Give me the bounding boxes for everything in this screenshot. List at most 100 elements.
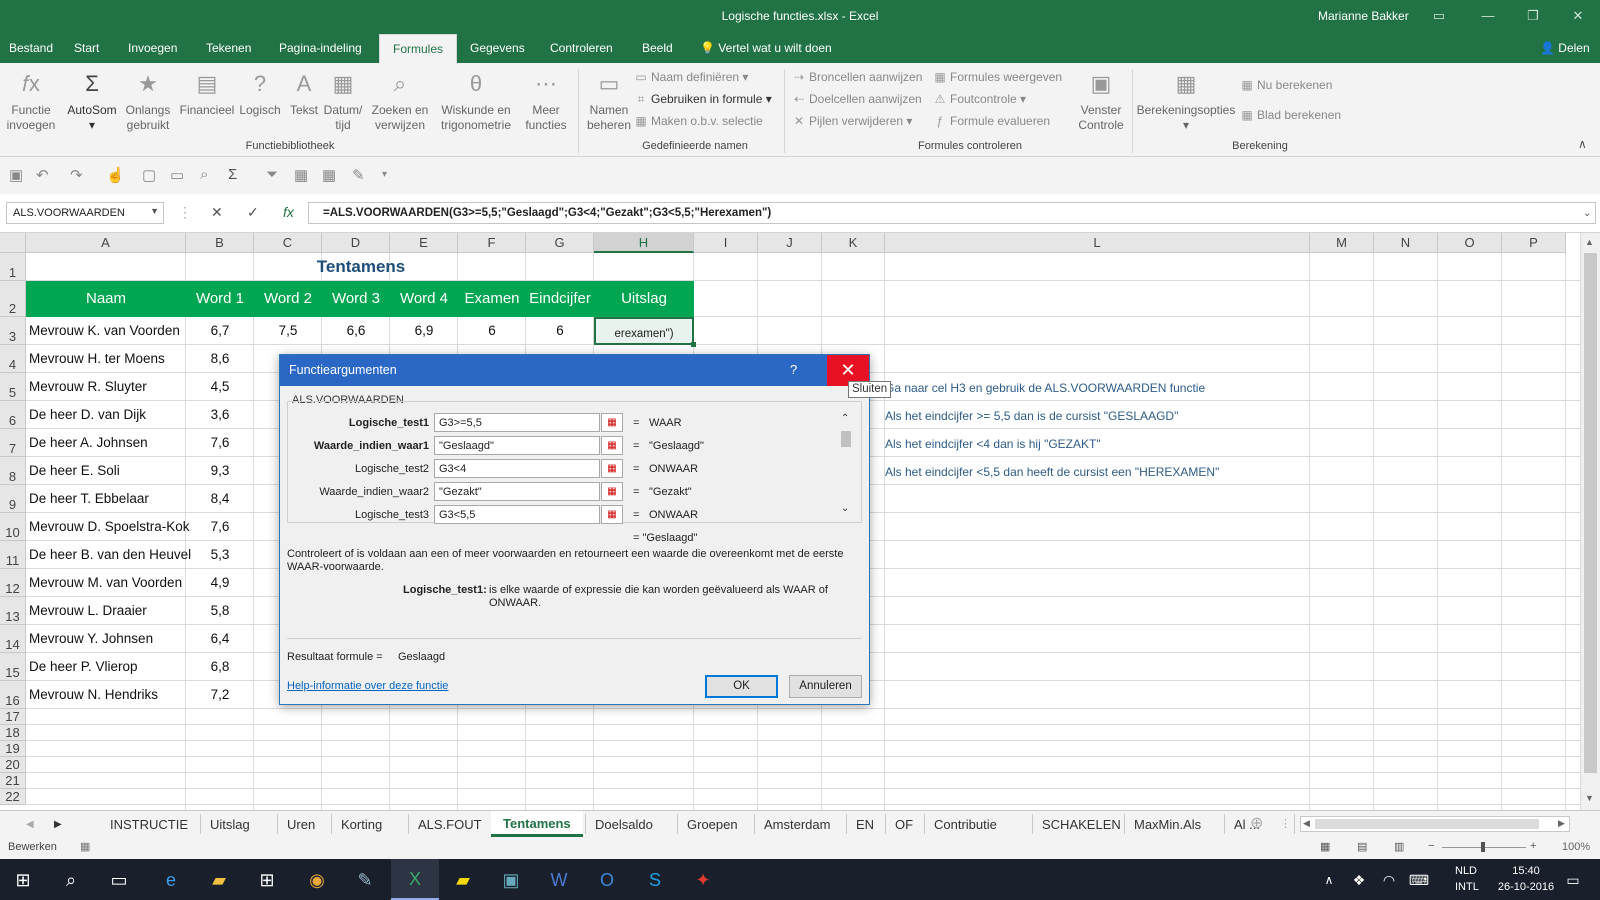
active-cell-h3[interactable]: erexamen") bbox=[594, 317, 694, 345]
cell-word1[interactable]: 5,8 bbox=[186, 603, 254, 618]
cell-name[interactable]: De heer B. van den Heuvel bbox=[29, 547, 191, 562]
clock[interactable]: 15:40 26-10-2016 bbox=[1497, 863, 1555, 895]
row-header-13[interactable]: 13 bbox=[0, 597, 26, 625]
row-header-21[interactable]: 21 bbox=[0, 773, 26, 789]
notifications-icon[interactable]: ▭ bbox=[1560, 867, 1586, 893]
arg-input-logische-test1[interactable]: G3>=5,5 bbox=[434, 413, 600, 432]
collapse-dialog-icon[interactable]: ▦ bbox=[601, 413, 623, 432]
help-link[interactable]: Help-informatie over deze functie bbox=[287, 680, 448, 692]
autosum-qat-icon[interactable]: Σ bbox=[228, 166, 237, 183]
table-icon[interactable]: ▦ bbox=[322, 166, 336, 184]
row-header-4[interactable]: 4 bbox=[0, 345, 26, 373]
cell-word1[interactable]: 4,9 bbox=[186, 575, 254, 590]
cell-name[interactable]: Mevrouw N. Hendriks bbox=[29, 687, 158, 702]
zoom-slider-thumb[interactable] bbox=[1481, 842, 1485, 852]
sheet-tab[interactable]: Uren bbox=[287, 817, 315, 832]
gebruiken-in-formule-button[interactable]: ⌗ Gebruiken in formule ▾ bbox=[634, 92, 772, 107]
column-header-e[interactable]: E bbox=[390, 233, 458, 253]
wifi-icon[interactable]: ◠ bbox=[1376, 867, 1402, 893]
edge-icon[interactable]: e bbox=[158, 867, 184, 893]
row-header-22[interactable]: 22 bbox=[0, 789, 26, 805]
zoom-level[interactable]: 100% bbox=[1562, 841, 1590, 853]
cell-name[interactable]: Mevrouw H. ter Moens bbox=[29, 351, 165, 366]
tab-pagina-indeling[interactable]: Pagina-indeling bbox=[279, 41, 362, 55]
row-header-7[interactable]: 7 bbox=[0, 429, 26, 457]
scroll-thumb[interactable] bbox=[1584, 253, 1597, 773]
arguments-scrollbar[interactable]: ⌃ ⌄ bbox=[838, 413, 854, 519]
scroll-down-icon[interactable]: ▼ bbox=[1585, 793, 1594, 803]
cell-name[interactable]: Mevrouw D. Spoelstra-Kok bbox=[29, 519, 190, 534]
pdf-reader-icon[interactable]: ✦ bbox=[690, 867, 716, 893]
column-header-a[interactable]: A bbox=[26, 233, 186, 253]
column-header-c[interactable]: C bbox=[254, 233, 322, 253]
scroll-thumb[interactable] bbox=[841, 431, 851, 447]
cancel-entry-icon[interactable]: ✕ bbox=[211, 204, 223, 221]
row-header-8[interactable]: 8 bbox=[0, 457, 26, 485]
store-icon[interactable]: ⊞ bbox=[254, 867, 280, 893]
autosom-button[interactable]: Σ AutoSom ▾ bbox=[64, 69, 120, 133]
scroll-tabs-right-icon[interactable]: ▶ bbox=[54, 819, 62, 830]
keyboard-icon[interactable]: ⌨ bbox=[1406, 867, 1432, 893]
cell-name[interactable]: Mevrouw Y. Johnsen bbox=[29, 631, 153, 646]
cell-f3[interactable]: 6 bbox=[458, 323, 526, 338]
blad-berekenen-button[interactable]: ▦ Blad berekenen bbox=[1240, 108, 1341, 122]
collapse-dialog-icon[interactable]: ▦ bbox=[601, 436, 623, 455]
row-header-19[interactable]: 19 bbox=[0, 741, 26, 757]
row-header-1[interactable]: 1 bbox=[0, 253, 26, 281]
cell-name[interactable]: De heer D. van Dijk bbox=[29, 407, 146, 422]
header-uitslag[interactable]: Uitslag bbox=[594, 281, 694, 317]
sheet-title-cell[interactable]: Tentamens bbox=[26, 254, 696, 281]
broncellen-button[interactable]: ⇢ Broncellen aanwijzen bbox=[792, 70, 922, 84]
column-header-b[interactable]: B bbox=[186, 233, 254, 253]
column-header-n[interactable]: N bbox=[1374, 233, 1438, 253]
help-icon[interactable]: ? bbox=[790, 362, 797, 377]
insert-function-icon[interactable]: fx bbox=[283, 204, 294, 220]
close-window-button[interactable]: ✕ bbox=[1564, 5, 1592, 27]
arg-input-waarde-waar1[interactable]: "Geslaagd" bbox=[434, 436, 600, 455]
zoom-in-icon[interactable]: + bbox=[1530, 840, 1536, 852]
instruction-note[interactable]: Als het eindcijfer <4 dan is hij "GEZAKT… bbox=[885, 437, 1101, 451]
header-naam[interactable]: Naam bbox=[26, 281, 186, 317]
nu-berekenen-button[interactable]: ▦ Nu berekenen bbox=[1240, 78, 1332, 92]
row-header-14[interactable]: 14 bbox=[0, 625, 26, 653]
normal-view-icon[interactable]: ▦ bbox=[1320, 840, 1330, 853]
sheet-tab[interactable]: Amsterdam bbox=[764, 817, 830, 832]
header-word4[interactable]: Word 4 bbox=[390, 281, 458, 317]
tell-me-search[interactable]: 💡 Vertel wat u wilt doen bbox=[700, 41, 832, 55]
row-header-15[interactable]: 15 bbox=[0, 653, 26, 681]
cell-name[interactable]: De heer A. Johnsen bbox=[29, 435, 148, 450]
fill-handle[interactable] bbox=[691, 342, 696, 347]
row-header-5[interactable]: 5 bbox=[0, 373, 26, 401]
dropbox-icon[interactable]: ❖ bbox=[1346, 867, 1372, 893]
word-icon[interactable]: W bbox=[546, 867, 572, 893]
cell-word1[interactable]: 7,6 bbox=[186, 435, 254, 450]
formule-evalueren-button[interactable]: ƒ Formule evalueren bbox=[933, 114, 1050, 128]
meer-functies-button[interactable]: ⋯ Meer functies bbox=[520, 69, 572, 133]
row-header-9[interactable]: 9 bbox=[0, 485, 26, 513]
zoom-out-icon[interactable]: − bbox=[1428, 840, 1434, 852]
sort-icon[interactable]: ▦ bbox=[294, 166, 308, 184]
scroll-up-icon[interactable]: ▲ bbox=[1585, 237, 1594, 247]
formules-weergeven-button[interactable]: ▦ Formules weergeven bbox=[933, 70, 1062, 84]
chevron-up-icon[interactable]: ⌃ bbox=[841, 413, 849, 424]
sheet-tab[interactable]: Contributie bbox=[934, 817, 997, 832]
print-preview-icon[interactable]: ⌕ bbox=[200, 166, 208, 183]
filter-icon[interactable]: ⏷ bbox=[266, 166, 278, 183]
horizontal-scrollbar[interactable]: ◀ ▶ bbox=[1300, 816, 1570, 832]
financieel-button[interactable]: ▤ Financieel bbox=[178, 69, 236, 118]
row-header-6[interactable]: 6 bbox=[0, 401, 26, 429]
naam-definieren-button[interactable]: ▭ Naam definiëren ▾ bbox=[634, 70, 748, 84]
sheet-tab[interactable]: OF bbox=[895, 817, 913, 832]
scroll-tabs-left-icon[interactable]: ◀ bbox=[26, 819, 34, 830]
language-indicator[interactable]: NLD INTL bbox=[1455, 863, 1479, 895]
header-examen[interactable]: Examen bbox=[458, 281, 526, 317]
cell-word1[interactable]: 4,5 bbox=[186, 379, 254, 394]
foutcontrole-button[interactable]: ⚠ Foutcontrole ▾ bbox=[933, 92, 1026, 106]
cell-word1[interactable]: 6,4 bbox=[186, 631, 254, 646]
cell-name[interactable]: De heer P. Vlierop bbox=[29, 659, 138, 674]
arg-input-logische-test3[interactable]: G3<5,5 bbox=[434, 505, 600, 524]
macro-record-icon[interactable]: ▦ bbox=[80, 840, 90, 853]
column-header-p[interactable]: P bbox=[1502, 233, 1566, 253]
column-header-h[interactable]: H bbox=[594, 233, 694, 253]
new-icon[interactable]: ▢ bbox=[142, 166, 156, 184]
